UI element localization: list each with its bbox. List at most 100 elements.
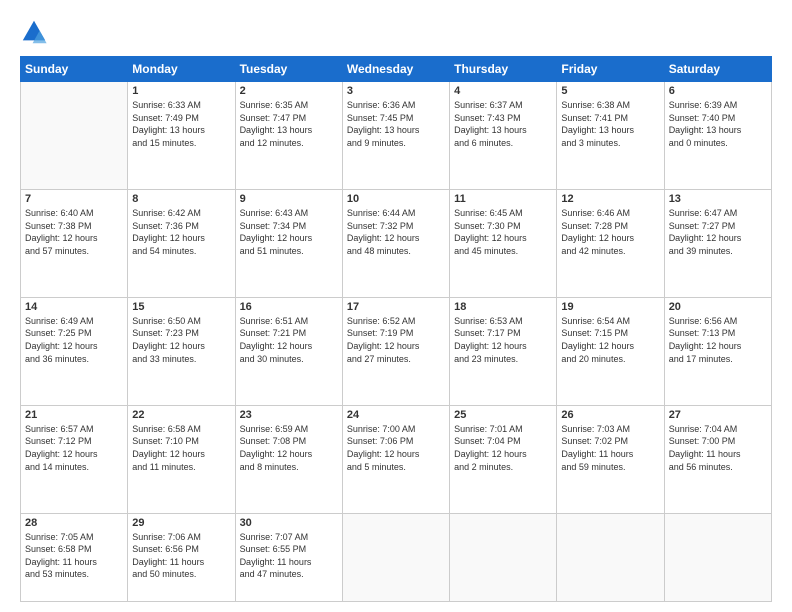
cell-info: Sunrise: 7:00 AM Sunset: 7:06 PM Dayligh…: [347, 423, 445, 473]
weekday-header-tuesday: Tuesday: [235, 57, 342, 82]
day-number: 22: [132, 409, 230, 421]
cell-info: Sunrise: 6:59 AM Sunset: 7:08 PM Dayligh…: [240, 423, 338, 473]
day-number: 16: [240, 301, 338, 313]
cell-info: Sunrise: 6:37 AM Sunset: 7:43 PM Dayligh…: [454, 99, 552, 149]
calendar-cell: 2 Sunrise: 6:35 AM Sunset: 7:47 PM Daylig…: [235, 82, 342, 190]
logo: [20, 18, 52, 46]
calendar-cell: 14 Sunrise: 6:49 AM Sunset: 7:25 PM Dayli…: [21, 297, 128, 405]
header: [20, 18, 772, 46]
calendar-cell: 11 Sunrise: 6:45 AM Sunset: 7:30 PM Dayli…: [450, 189, 557, 297]
calendar-cell: 22 Sunrise: 6:58 AM Sunset: 7:10 PM Dayli…: [128, 405, 235, 513]
day-number: 8: [132, 193, 230, 205]
calendar-cell: 24Sunrise: 7:00 AM Sunset: 7:06 PM Dayli…: [342, 405, 449, 513]
calendar-cell: 20 Sunrise: 6:56 AM Sunset: 7:13 PM Dayli…: [664, 297, 771, 405]
cell-info: Sunrise: 7:05 AM Sunset: 6:58 PM Dayligh…: [25, 531, 123, 581]
cell-info: Sunrise: 6:43 AM Sunset: 7:34 PM Dayligh…: [240, 207, 338, 257]
day-number: 28: [25, 517, 123, 529]
day-number: 15: [132, 301, 230, 313]
cell-info: Sunrise: 6:42 AM Sunset: 7:36 PM Dayligh…: [132, 207, 230, 257]
day-number: 4: [454, 85, 552, 97]
cell-info: Sunrise: 6:45 AM Sunset: 7:30 PM Dayligh…: [454, 207, 552, 257]
day-number: 9: [240, 193, 338, 205]
calendar-week-2: 7 Sunrise: 6:40 AM Sunset: 7:38 PM Daylig…: [21, 189, 772, 297]
cell-info: Sunrise: 6:54 AM Sunset: 7:15 PM Dayligh…: [561, 315, 659, 365]
cell-info: Sunrise: 6:40 AM Sunset: 7:38 PM Dayligh…: [25, 207, 123, 257]
day-number: 21: [25, 409, 123, 421]
day-number: 1: [132, 85, 230, 97]
weekday-header-monday: Monday: [128, 57, 235, 82]
calendar-cell: 9 Sunrise: 6:43 AM Sunset: 7:34 PM Daylig…: [235, 189, 342, 297]
day-number: 12: [561, 193, 659, 205]
calendar-cell: [342, 513, 449, 601]
day-number: 14: [25, 301, 123, 313]
calendar-table: SundayMondayTuesdayWednesdayThursdayFrid…: [20, 56, 772, 602]
calendar-cell: 29 Sunrise: 7:06 AM Sunset: 6:56 PM Dayli…: [128, 513, 235, 601]
weekday-header-wednesday: Wednesday: [342, 57, 449, 82]
calendar-cell: 13Sunrise: 6:47 AM Sunset: 7:27 PM Dayli…: [664, 189, 771, 297]
cell-info: Sunrise: 7:07 AM Sunset: 6:55 PM Dayligh…: [240, 531, 338, 581]
cell-info: Sunrise: 7:01 AM Sunset: 7:04 PM Dayligh…: [454, 423, 552, 473]
day-number: 10: [347, 193, 445, 205]
day-number: 19: [561, 301, 659, 313]
calendar-cell: 12 Sunrise: 6:46 AM Sunset: 7:28 PM Dayli…: [557, 189, 664, 297]
day-number: 20: [669, 301, 767, 313]
calendar-cell: 21 Sunrise: 6:57 AM Sunset: 7:12 PM Dayli…: [21, 405, 128, 513]
cell-info: Sunrise: 7:03 AM Sunset: 7:02 PM Dayligh…: [561, 423, 659, 473]
calendar-cell: 17Sunrise: 6:52 AM Sunset: 7:19 PM Dayli…: [342, 297, 449, 405]
cell-info: Sunrise: 6:39 AM Sunset: 7:40 PM Dayligh…: [669, 99, 767, 149]
day-number: 29: [132, 517, 230, 529]
calendar-week-1: 1Sunrise: 6:33 AM Sunset: 7:49 PM Daylig…: [21, 82, 772, 190]
day-number: 7: [25, 193, 123, 205]
logo-icon: [20, 18, 48, 46]
calendar-cell: 19 Sunrise: 6:54 AM Sunset: 7:15 PM Dayli…: [557, 297, 664, 405]
calendar-cell: 23Sunrise: 6:59 AM Sunset: 7:08 PM Dayli…: [235, 405, 342, 513]
calendar-cell: 15 Sunrise: 6:50 AM Sunset: 7:23 PM Dayli…: [128, 297, 235, 405]
cell-info: Sunrise: 6:50 AM Sunset: 7:23 PM Dayligh…: [132, 315, 230, 365]
calendar-cell: 25 Sunrise: 7:01 AM Sunset: 7:04 PM Dayli…: [450, 405, 557, 513]
cell-info: Sunrise: 6:35 AM Sunset: 7:47 PM Dayligh…: [240, 99, 338, 149]
cell-info: Sunrise: 6:47 AM Sunset: 7:27 PM Dayligh…: [669, 207, 767, 257]
cell-info: Sunrise: 6:49 AM Sunset: 7:25 PM Dayligh…: [25, 315, 123, 365]
calendar-cell: 6 Sunrise: 6:39 AM Sunset: 7:40 PM Daylig…: [664, 82, 771, 190]
page: SundayMondayTuesdayWednesdayThursdayFrid…: [0, 0, 792, 612]
day-number: 3: [347, 85, 445, 97]
weekday-header-friday: Friday: [557, 57, 664, 82]
calendar-cell: 18Sunrise: 6:53 AM Sunset: 7:17 PM Dayli…: [450, 297, 557, 405]
cell-info: Sunrise: 7:04 AM Sunset: 7:00 PM Dayligh…: [669, 423, 767, 473]
cell-info: Sunrise: 6:44 AM Sunset: 7:32 PM Dayligh…: [347, 207, 445, 257]
weekday-header-thursday: Thursday: [450, 57, 557, 82]
calendar-week-4: 21 Sunrise: 6:57 AM Sunset: 7:12 PM Dayli…: [21, 405, 772, 513]
calendar-cell: [557, 513, 664, 601]
calendar-cell: 28 Sunrise: 7:05 AM Sunset: 6:58 PM Dayli…: [21, 513, 128, 601]
day-number: 25: [454, 409, 552, 421]
cell-info: Sunrise: 6:56 AM Sunset: 7:13 PM Dayligh…: [669, 315, 767, 365]
calendar-cell: 1Sunrise: 6:33 AM Sunset: 7:49 PM Daylig…: [128, 82, 235, 190]
calendar-cell: 4 Sunrise: 6:37 AM Sunset: 7:43 PM Daylig…: [450, 82, 557, 190]
day-number: 2: [240, 85, 338, 97]
day-number: 27: [669, 409, 767, 421]
calendar-cell: [664, 513, 771, 601]
weekday-header-sunday: Sunday: [21, 57, 128, 82]
cell-info: Sunrise: 6:36 AM Sunset: 7:45 PM Dayligh…: [347, 99, 445, 149]
day-number: 11: [454, 193, 552, 205]
calendar-cell: [21, 82, 128, 190]
day-number: 6: [669, 85, 767, 97]
day-number: 30: [240, 517, 338, 529]
calendar-cell: 16Sunrise: 6:51 AM Sunset: 7:21 PM Dayli…: [235, 297, 342, 405]
calendar-cell: 7 Sunrise: 6:40 AM Sunset: 7:38 PM Daylig…: [21, 189, 128, 297]
weekday-header-saturday: Saturday: [664, 57, 771, 82]
calendar-week-5: 28 Sunrise: 7:05 AM Sunset: 6:58 PM Dayli…: [21, 513, 772, 601]
cell-info: Sunrise: 6:38 AM Sunset: 7:41 PM Dayligh…: [561, 99, 659, 149]
calendar-cell: 30 Sunrise: 7:07 AM Sunset: 6:55 PM Dayli…: [235, 513, 342, 601]
calendar-cell: 10 Sunrise: 6:44 AM Sunset: 7:32 PM Dayli…: [342, 189, 449, 297]
day-number: 5: [561, 85, 659, 97]
calendar-week-3: 14 Sunrise: 6:49 AM Sunset: 7:25 PM Dayli…: [21, 297, 772, 405]
day-number: 26: [561, 409, 659, 421]
calendar-cell: 3 Sunrise: 6:36 AM Sunset: 7:45 PM Daylig…: [342, 82, 449, 190]
cell-info: Sunrise: 6:53 AM Sunset: 7:17 PM Dayligh…: [454, 315, 552, 365]
cell-info: Sunrise: 7:06 AM Sunset: 6:56 PM Dayligh…: [132, 531, 230, 581]
cell-info: Sunrise: 6:46 AM Sunset: 7:28 PM Dayligh…: [561, 207, 659, 257]
cell-info: Sunrise: 6:57 AM Sunset: 7:12 PM Dayligh…: [25, 423, 123, 473]
calendar-cell: 5 Sunrise: 6:38 AM Sunset: 7:41 PM Daylig…: [557, 82, 664, 190]
cell-info: Sunrise: 6:58 AM Sunset: 7:10 PM Dayligh…: [132, 423, 230, 473]
